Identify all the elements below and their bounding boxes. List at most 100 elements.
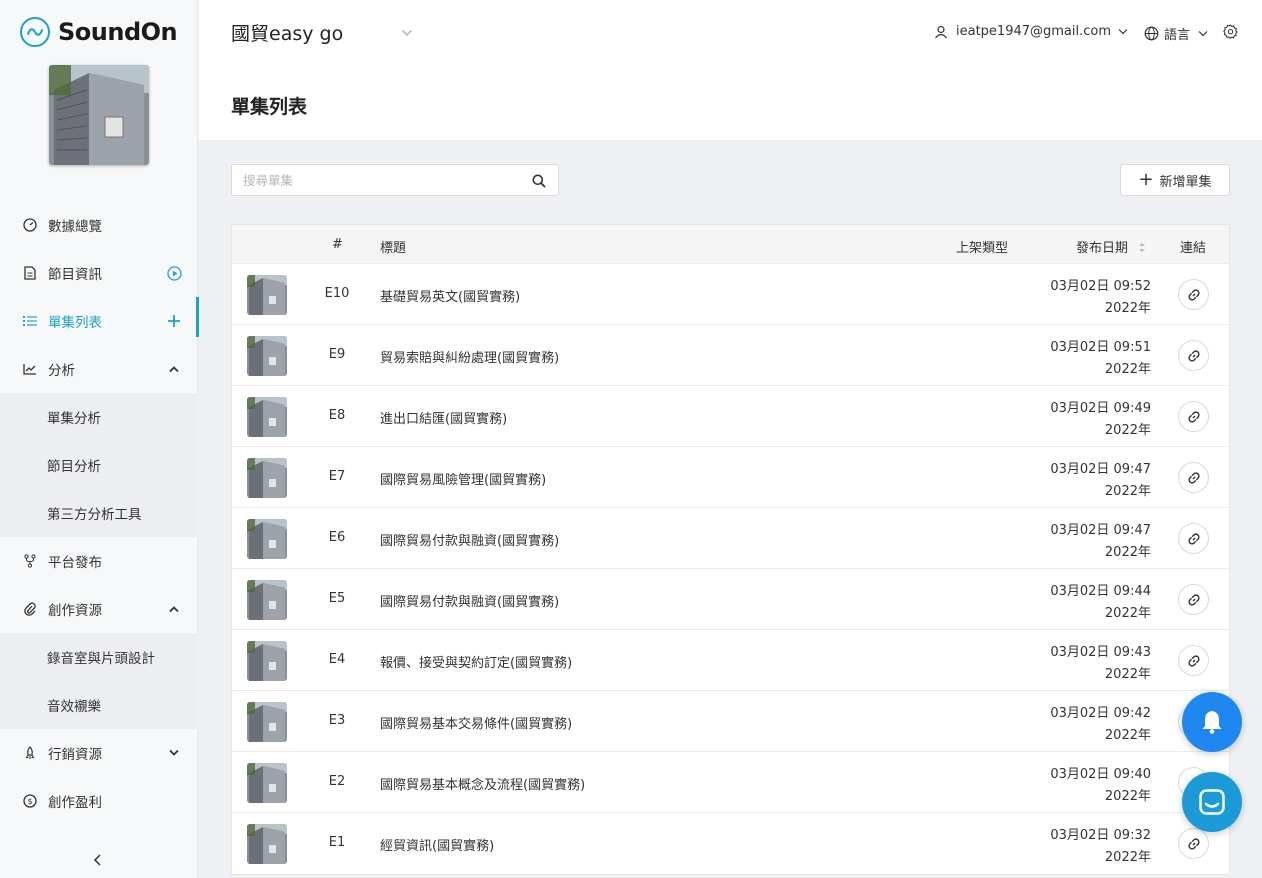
episode-title[interactable]: 國際貿易付款與融資(國貿實務) [380, 591, 559, 610]
publish-date-year: 2022年 [1104, 728, 1151, 743]
notification-bell-button[interactable] [1182, 692, 1242, 752]
table-row[interactable]: E4 報價、接受與契約訂定(國貿實務) 03月02日 09:43 2022年 [232, 630, 1229, 691]
show-cover-image [49, 65, 149, 165]
add-episode-button[interactable]: + 新增單集 [1120, 164, 1230, 196]
episode-number: E5 [328, 591, 346, 606]
episode-title[interactable]: 報價、接受與契約訂定(國貿實務) [380, 652, 572, 671]
episode-title[interactable]: 國際貿易付款與融資(國貿實務) [380, 530, 559, 549]
sidebar-item-label: 單集列表 [48, 315, 102, 331]
episode-thumbnail [247, 824, 287, 864]
episode-title[interactable]: 基礎貿易英文(國貿實務) [380, 286, 520, 305]
episode-search [231, 164, 559, 196]
settings-gear-icon[interactable] [1223, 24, 1239, 40]
sidebar-item-creator-resources[interactable]: 創作資源 [0, 585, 198, 633]
copy-link-button[interactable] [1178, 340, 1209, 371]
chevron-up-icon[interactable] [166, 601, 182, 617]
collapse-sidebar-icon[interactable] [90, 852, 106, 868]
link-icon [1187, 349, 1201, 363]
sidebar-nav: 數據總覽 節目資訊 單集列表 分析 單集分析 節目分析 第三方分析工具 平台發布… [0, 201, 199, 825]
sidebar-item-label: 創作盈利 [48, 795, 102, 811]
copy-link-button[interactable] [1178, 645, 1209, 676]
chevron-down-icon[interactable] [166, 745, 182, 761]
sidebar-item-analytics[interactable]: 分析 [0, 345, 198, 393]
publish-date: 03月02日 09:49 2022年 [1032, 398, 1151, 442]
sidebar-item-distribution[interactable]: 平台發布 [0, 537, 198, 585]
sidebar-item-dashboard[interactable]: 數據總覽 [0, 201, 198, 249]
publish-date-year: 2022年 [1104, 606, 1151, 621]
copy-link-button[interactable] [1178, 279, 1209, 310]
table-row[interactable]: E1 經貿資訊(國貿實務) 03月02日 09:32 2022年 [232, 813, 1229, 874]
publish-date: 03月02日 09:42 2022年 [1032, 703, 1151, 747]
episode-title[interactable]: 經貿資訊(國貿實務) [380, 835, 494, 854]
publish-date-time: 03月02日 09:42 [1050, 706, 1151, 721]
copy-link-button[interactable] [1178, 401, 1209, 432]
sidebar-subitem-third-party-tools[interactable]: 第三方分析工具 [0, 489, 198, 537]
publish-date-year: 2022年 [1104, 545, 1151, 560]
link-icon [1187, 532, 1201, 546]
chat-icon [1199, 789, 1225, 815]
episode-thumbnail [247, 397, 287, 437]
copy-link-button[interactable] [1178, 462, 1209, 493]
sidebar-subitem-episode-analytics[interactable]: 單集分析 [0, 393, 198, 441]
episode-title[interactable]: 進出口結匯(國貿實務) [380, 408, 507, 427]
dashboard-icon [22, 217, 38, 233]
publish-date: 03月02日 09:47 2022年 [1032, 459, 1151, 503]
play-circle-icon[interactable] [166, 265, 182, 281]
dollar-icon: $ [22, 793, 38, 809]
sidebar-item-marketing[interactable]: 行銷資源 [0, 729, 198, 777]
brand-name: SoundOn [58, 18, 178, 46]
sidebar-subitem-studio-intro-design[interactable]: 錄音室與片頭設計 [0, 633, 198, 681]
column-header-date-label: 發布日期 [1076, 241, 1129, 256]
publish-date-time: 03月02日 09:40 [1050, 767, 1151, 782]
copy-link-button[interactable] [1178, 828, 1209, 859]
top-header: 國貿easy go ieatpe1947@gmail.com 語言 單集列表 [199, 0, 1262, 140]
table-row[interactable]: E3 國際貿易基本交易條件(國貿實務) 03月02日 09:42 2022年 [232, 691, 1229, 752]
show-selector[interactable]: 國貿easy go [231, 19, 413, 46]
table-row[interactable]: E10 基礎貿易英文(國貿實務) 03月02日 09:52 2022年 [232, 264, 1229, 325]
user-menu[interactable]: ieatpe1947@gmail.com [934, 24, 1128, 39]
table-row[interactable]: E8 進出口結匯(國貿實務) 03月02日 09:49 2022年 [232, 386, 1229, 447]
list-icon [22, 313, 38, 329]
sidebar-subitem-show-analytics[interactable]: 節目分析 [0, 441, 198, 489]
episode-title[interactable]: 國際貿易基本概念及流程(國貿實務) [380, 774, 585, 793]
svg-text:$: $ [27, 797, 32, 806]
table-row[interactable]: E7 國際貿易風險管理(國貿實務) 03月02日 09:47 2022年 [232, 447, 1229, 508]
paperclip-icon [22, 601, 38, 617]
soundon-logo[interactable]: SoundOn [20, 17, 178, 47]
link-icon [1187, 410, 1201, 424]
chevron-down-icon [1198, 31, 1208, 37]
column-header-link: 連結 [1180, 241, 1207, 256]
column-header-number: # [332, 237, 343, 252]
search-icon[interactable] [532, 173, 548, 189]
publish-date-year: 2022年 [1104, 850, 1151, 865]
episode-thumbnail [247, 519, 287, 559]
show-name: 國貿easy go [231, 23, 344, 45]
copy-link-button[interactable] [1178, 523, 1209, 554]
chevron-down-icon [402, 29, 412, 36]
episode-thumbnail [247, 458, 287, 498]
publish-date-year: 2022年 [1104, 301, 1151, 316]
chat-support-button[interactable] [1182, 772, 1242, 832]
chevron-up-icon[interactable] [166, 361, 182, 377]
copy-link-button[interactable] [1178, 584, 1209, 615]
publish-date: 03月02日 09:51 2022年 [1032, 337, 1151, 381]
publish-date-time: 03月02日 09:44 [1050, 584, 1151, 599]
table-row[interactable]: E2 國際貿易基本概念及流程(國貿實務) 03月02日 09:40 2022年 [232, 752, 1229, 813]
episode-title[interactable]: 貿易索賠與糾紛處理(國貿實務) [380, 347, 559, 366]
table-row[interactable]: E5 國際貿易付款與融資(國貿實務) 03月02日 09:44 2022年 [232, 569, 1229, 630]
column-header-publish-date[interactable]: 發布日期 [1076, 237, 1146, 256]
table-row[interactable]: E9 貿易索賠與糾紛處理(國貿實務) 03月02日 09:51 2022年 [232, 325, 1229, 386]
sidebar-item-monetization[interactable]: $ 創作盈利 [0, 777, 198, 825]
sidebar-subitem-sound-effects[interactable]: 音效襯樂 [0, 681, 198, 729]
episode-title[interactable]: 國際貿易風險管理(國貿實務) [380, 469, 546, 488]
sidebar-item-label: 創作資源 [48, 603, 102, 619]
sidebar-item-show-info[interactable]: 節目資訊 [0, 249, 198, 297]
episode-title[interactable]: 國際貿易基本交易條件(國貿實務) [380, 713, 572, 732]
language-menu[interactable]: 語言 [1144, 24, 1208, 43]
sidebar-item-episode-list[interactable]: 單集列表 [0, 297, 199, 345]
plus-icon[interactable] [166, 313, 182, 329]
document-icon [22, 265, 38, 281]
table-row[interactable]: E6 國際貿易付款與融資(國貿實務) 03月02日 09:47 2022年 [232, 508, 1229, 569]
publish-date: 03月02日 09:47 2022年 [1032, 520, 1151, 564]
search-input[interactable] [232, 165, 512, 195]
